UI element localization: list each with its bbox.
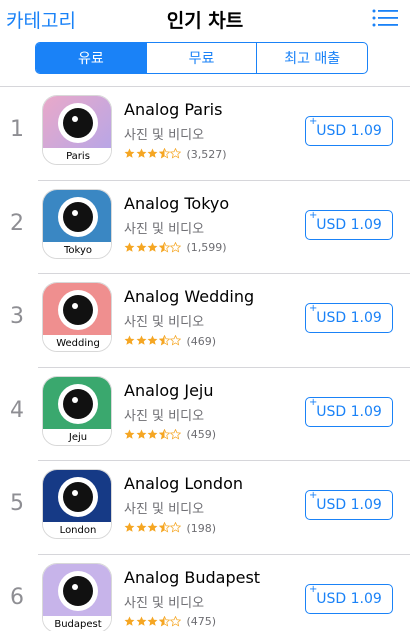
icon-background — [43, 563, 111, 616]
star-rating-icon — [124, 335, 182, 347]
camera-lens-icon — [58, 570, 98, 611]
icon-city-label: Paris — [43, 148, 111, 164]
app-category: 사진 및 비디오 — [124, 221, 205, 237]
price-button[interactable]: + USD 1.09 — [305, 116, 393, 146]
segment-free[interactable]: 무료 — [147, 43, 258, 73]
price-button[interactable]: + USD 1.09 — [305, 209, 393, 240]
price-label: USD 1.09 — [316, 497, 382, 513]
rating: (1,599) — [124, 241, 227, 255]
app-name: Analog Wedding — [124, 287, 255, 306]
camera-lens-icon — [58, 196, 98, 237]
camera-lens-icon — [58, 290, 98, 330]
icon-city-label: Wedding — [43, 335, 111, 351]
icon-city-label: Budapest — [43, 615, 111, 631]
rank-number: 6 — [10, 584, 24, 610]
price-label: USD 1.09 — [316, 590, 382, 607]
app-icon[interactable]: Wedding — [42, 282, 112, 352]
app-row[interactable]: 6 Budapest Analog Budapest 사진 및 비디오 (475… — [0, 555, 410, 631]
app-row[interactable]: 2 Tokyo Analog Tokyo 사진 및 비디오 (1,599) + … — [0, 181, 410, 275]
rank-number: 5 — [10, 491, 24, 516]
app-row[interactable]: 5 London Analog London 사진 및 비디오 (198) + … — [0, 461, 410, 555]
app-name: Analog London — [124, 474, 244, 493]
price-label: USD 1.09 — [316, 310, 382, 326]
icon-city-label: Tokyo — [43, 241, 111, 258]
app-category: 사진 및 비디오 — [124, 502, 205, 517]
page-title: 인기 차트 — [166, 10, 244, 32]
icon-city-label: Jeju — [43, 428, 111, 445]
app-list: 1 Paris Analog Paris 사진 및 비디오 (3,527) + … — [0, 87, 410, 631]
rating: (469) — [124, 334, 216, 348]
icon-background — [43, 470, 111, 522]
rating-count: (459) — [186, 428, 217, 441]
icon-background — [43, 189, 111, 242]
app-category: 사진 및 비디오 — [124, 315, 205, 330]
price-button[interactable]: + USD 1.09 — [305, 303, 393, 333]
camera-lens-icon — [58, 477, 98, 517]
rating-count: (469) — [186, 334, 217, 348]
list-icon[interactable] — [372, 8, 398, 28]
segment-top-grossing[interactable]: 최고 매출 — [257, 43, 367, 73]
plus-icon: + — [309, 490, 318, 501]
price-button[interactable]: + USD 1.09 — [305, 583, 393, 614]
app-row[interactable]: 4 Jeju Analog Jeju 사진 및 비디오 (459) + USD … — [0, 368, 410, 462]
rating: (198) — [124, 521, 216, 535]
star-rating-icon — [124, 148, 182, 160]
app-icon[interactable]: Jeju — [42, 375, 112, 446]
app-row[interactable]: 1 Paris Analog Paris 사진 및 비디오 (3,527) + … — [0, 87, 410, 181]
app-icon[interactable]: Paris — [42, 95, 112, 165]
app-category: 사진 및 비디오 — [124, 408, 205, 424]
rating: (3,527) — [124, 147, 227, 161]
app-name: Analog Jeju — [124, 380, 214, 400]
rank-number: 4 — [10, 397, 24, 423]
plus-icon: + — [309, 209, 318, 221]
camera-lens-icon — [58, 383, 98, 424]
star-rating-icon — [124, 428, 182, 441]
plus-icon: + — [309, 116, 318, 127]
price-button[interactable]: + USD 1.09 — [305, 396, 393, 427]
price-label: USD 1.09 — [316, 123, 382, 139]
chart-type-segmented-control: 유료 무료 최고 매출 — [35, 42, 368, 74]
icon-city-label: London — [43, 522, 111, 538]
app-name: Analog Paris — [124, 100, 223, 119]
app-row[interactable]: 3 Wedding Analog Wedding 사진 및 비디오 (469) … — [0, 274, 410, 368]
app-icon[interactable]: Budapest — [42, 562, 112, 631]
plus-icon: + — [309, 583, 318, 595]
rating: (475) — [124, 615, 216, 629]
rating-count: (3,527) — [186, 147, 227, 161]
star-rating-icon — [124, 241, 182, 254]
app-name: Analog Tokyo — [124, 193, 230, 213]
plus-icon: + — [309, 396, 318, 408]
price-label: USD 1.09 — [316, 403, 382, 420]
rank-number: 1 — [10, 117, 24, 142]
star-rating-icon — [124, 615, 182, 628]
app-name: Analog Budapest — [124, 567, 261, 587]
app-icon[interactable]: London — [42, 469, 112, 539]
app-category: 사진 및 비디오 — [124, 128, 205, 143]
navigation-bar: 카테고리 인기 차트 — [0, 0, 410, 38]
rating: (459) — [124, 428, 216, 442]
rank-number: 3 — [10, 304, 24, 329]
rank-number: 2 — [10, 210, 24, 236]
icon-background — [43, 376, 111, 429]
price-label: USD 1.09 — [316, 216, 382, 233]
plus-icon: + — [309, 303, 318, 314]
rating-count: (475) — [186, 615, 217, 628]
rating-count: (1,599) — [186, 241, 227, 254]
app-icon[interactable]: Tokyo — [42, 188, 112, 259]
star-rating-icon — [124, 522, 182, 534]
icon-background — [43, 96, 111, 148]
camera-lens-icon — [58, 103, 98, 143]
icon-background — [43, 283, 111, 335]
price-button[interactable]: + USD 1.09 — [305, 490, 393, 520]
segment-paid[interactable]: 유료 — [36, 43, 147, 73]
app-category: 사진 및 비디오 — [124, 595, 205, 611]
rating-count: (198) — [186, 521, 217, 535]
